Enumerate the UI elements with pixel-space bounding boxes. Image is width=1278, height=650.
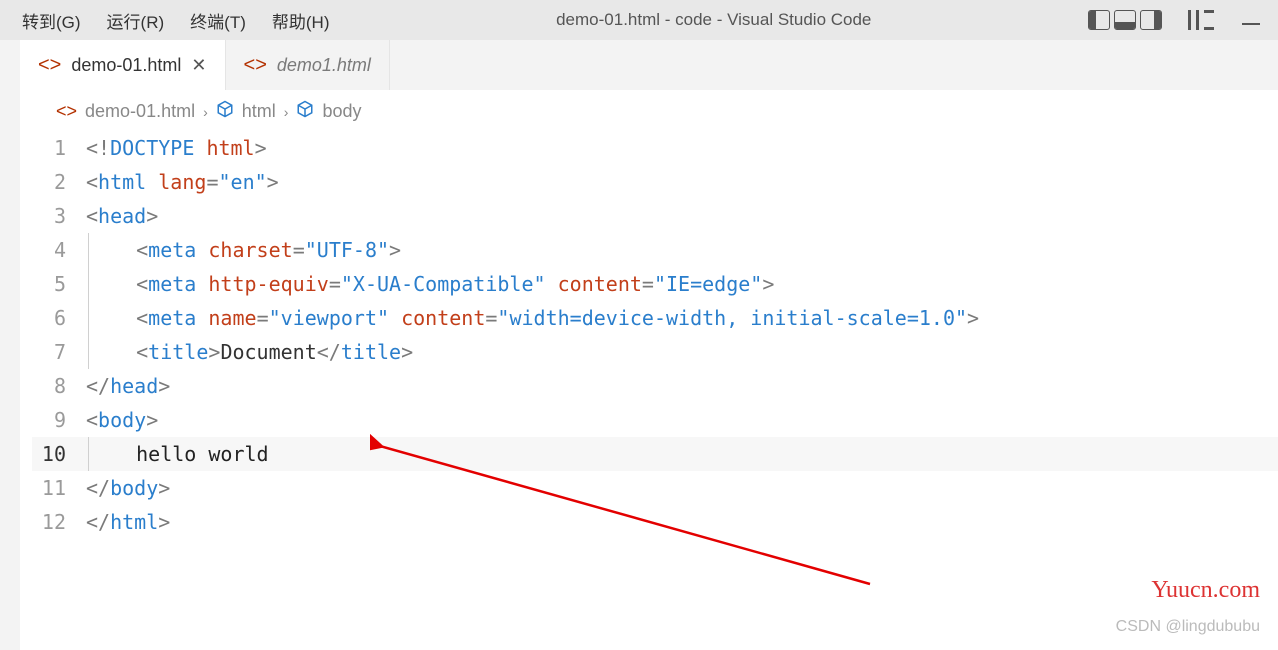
cube-icon (216, 100, 234, 123)
tab-demo-01[interactable]: <> demo-01.html ✕ (20, 40, 226, 90)
code-content[interactable]: <head> (86, 199, 158, 233)
minimize-button[interactable] (1242, 23, 1260, 25)
line-number: 8 (32, 369, 86, 403)
line-number: 2 (32, 165, 86, 199)
menu-go[interactable]: 转到(G) (12, 6, 91, 35)
code-line[interactable]: 10 hello world (32, 437, 1278, 471)
html-file-icon: <> (244, 54, 267, 77)
tab-bar: <> demo-01.html ✕ <> demo1.html (20, 40, 1278, 90)
tab-demo1[interactable]: <> demo1.html (226, 40, 390, 90)
line-number: 7 (32, 335, 86, 369)
code-line[interactable]: 4 <meta charset="UTF-8"> (32, 233, 1278, 267)
code-line[interactable]: 11</body> (32, 471, 1278, 505)
code-editor[interactable]: 1<!DOCTYPE html>2<html lang="en">3<head>… (20, 131, 1278, 539)
code-content[interactable]: hello world (86, 437, 269, 471)
code-content[interactable]: </html> (86, 505, 170, 539)
menu-bar: 转到(G) 运行(R) 终端(T) 帮助(H) (0, 6, 339, 35)
watermark-yuucn: Yuucn.com (1151, 577, 1260, 604)
code-line[interactable]: 9<body> (32, 403, 1278, 437)
watermark-csdn: CSDN @lingdububu (1116, 618, 1260, 636)
line-number: 11 (32, 471, 86, 505)
line-number: 1 (32, 131, 86, 165)
code-line[interactable]: 2<html lang="en"> (32, 165, 1278, 199)
menu-run[interactable]: 运行(R) (97, 6, 175, 35)
code-content[interactable]: <html lang="en"> (86, 165, 279, 199)
line-number: 5 (32, 267, 86, 301)
layout-left-icon[interactable] (1088, 10, 1110, 30)
customize-layout-icon[interactable] (1188, 10, 1214, 30)
activity-bar (0, 40, 20, 650)
code-line[interactable]: 3<head> (32, 199, 1278, 233)
html-file-icon: <> (56, 101, 77, 122)
code-content[interactable]: <meta name="viewport" content="width=dev… (86, 301, 979, 335)
cube-icon (296, 100, 314, 123)
chevron-right-icon: › (284, 104, 289, 120)
code-line[interactable]: 7 <title>Document</title> (32, 335, 1278, 369)
line-number: 6 (32, 301, 86, 335)
line-number: 3 (32, 199, 86, 233)
line-number: 12 (32, 505, 86, 539)
line-number: 9 (32, 403, 86, 437)
layout-icons (1088, 10, 1162, 30)
window-title: demo-01.html - code - Visual Studio Code (339, 10, 1088, 30)
title-bar: 转到(G) 运行(R) 终端(T) 帮助(H) demo-01.html - c… (0, 0, 1278, 40)
code-content[interactable]: </head> (86, 369, 170, 403)
close-icon[interactable]: ✕ (191, 55, 206, 76)
tab-label: demo-01.html (71, 55, 181, 76)
line-number: 10 (32, 437, 86, 471)
layout-bottom-icon[interactable] (1114, 10, 1136, 30)
breadcrumb-file[interactable]: demo-01.html (85, 101, 195, 122)
menu-help[interactable]: 帮助(H) (262, 6, 340, 35)
html-file-icon: <> (38, 54, 61, 77)
tab-label: demo1.html (277, 55, 371, 76)
menu-terminal[interactable]: 终端(T) (180, 6, 256, 35)
code-content[interactable]: <meta http-equiv="X-UA-Compatible" conte… (86, 267, 774, 301)
code-line[interactable]: 6 <meta name="viewport" content="width=d… (32, 301, 1278, 335)
code-line[interactable]: 5 <meta http-equiv="X-UA-Compatible" con… (32, 267, 1278, 301)
breadcrumb-html[interactable]: html (242, 101, 276, 122)
line-number: 4 (32, 233, 86, 267)
layout-right-icon[interactable] (1140, 10, 1162, 30)
code-line[interactable]: 12</html> (32, 505, 1278, 539)
code-line[interactable]: 1<!DOCTYPE html> (32, 131, 1278, 165)
chevron-right-icon: › (203, 104, 208, 120)
code-content[interactable]: <body> (86, 403, 158, 437)
code-content[interactable]: </body> (86, 471, 170, 505)
breadcrumb[interactable]: <> demo-01.html › html › body (20, 90, 1278, 131)
code-content[interactable]: <!DOCTYPE html> (86, 131, 267, 165)
code-content[interactable]: <title>Document</title> (86, 335, 413, 369)
breadcrumb-body[interactable]: body (322, 101, 361, 122)
code-content[interactable]: <meta charset="UTF-8"> (86, 233, 401, 267)
editor-area: <> demo-01.html ✕ <> demo1.html <> demo-… (20, 40, 1278, 650)
code-line[interactable]: 8</head> (32, 369, 1278, 403)
window-controls (1088, 10, 1278, 30)
